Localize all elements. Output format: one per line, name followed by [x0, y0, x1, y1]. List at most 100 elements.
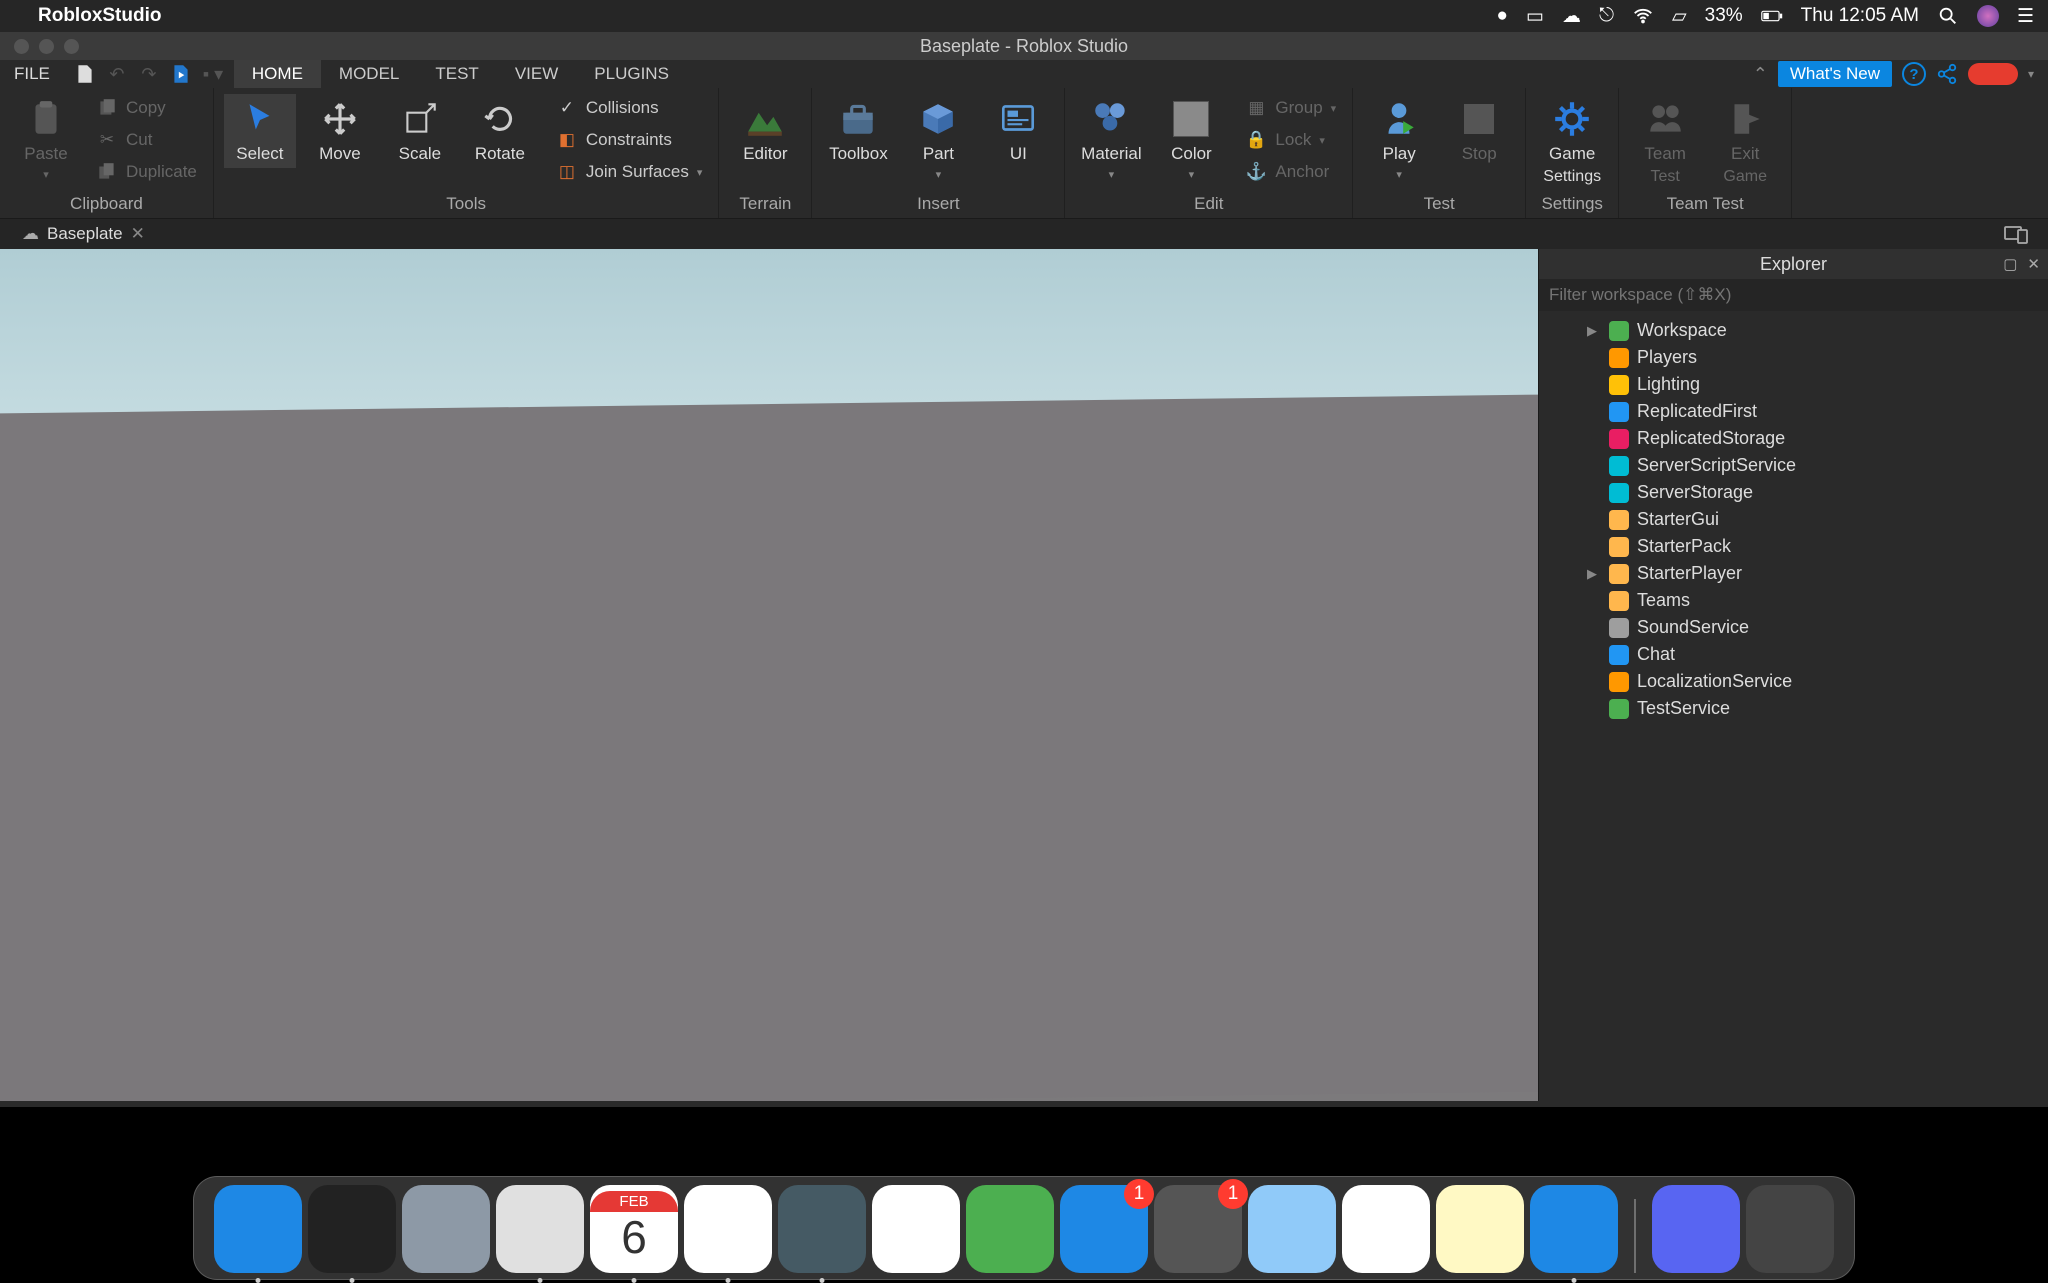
play-qat-icon[interactable]	[170, 63, 192, 85]
dock-siri[interactable]	[308, 1185, 396, 1273]
airplay-icon[interactable]: ▱	[1672, 5, 1687, 28]
dock-settings[interactable]: 1	[1154, 1185, 1242, 1273]
group-label-settings: Settings	[1536, 190, 1608, 214]
undock-panel-icon[interactable]: ▢	[2003, 255, 2017, 273]
explorer-item-label: Players	[1637, 347, 1697, 368]
collapse-ribbon-icon[interactable]: ⌃	[1753, 64, 1768, 85]
folder-icon	[1609, 537, 1629, 557]
color-button[interactable]: Color ▾	[1155, 94, 1227, 185]
file-menu[interactable]: FILE	[0, 60, 64, 88]
explorer-item-teams[interactable]: Teams	[1539, 587, 2048, 614]
explorer-item-lighting[interactable]: Lighting	[1539, 371, 2048, 398]
undo-icon[interactable]: ↶	[106, 63, 128, 85]
cloud-icon[interactable]: ☁	[1562, 5, 1581, 28]
spotlight-icon[interactable]	[1937, 5, 1959, 27]
display-icon[interactable]: ▭	[1526, 5, 1544, 28]
expand-arrow-icon[interactable]: ▶	[1587, 323, 1601, 339]
copy-button[interactable]: Copy	[90, 94, 203, 122]
running-indicator-icon	[726, 1278, 731, 1283]
explorer-item-soundservice[interactable]: SoundService	[1539, 614, 2048, 641]
expand-arrow-icon[interactable]: ▶	[1587, 566, 1601, 582]
toolbox-button[interactable]: Toolbox	[822, 94, 894, 168]
explorer-item-chat[interactable]: Chat	[1539, 641, 2048, 668]
toggle-device-icon[interactable]	[2004, 224, 2028, 244]
dock-facetime[interactable]	[966, 1185, 1054, 1273]
user-icon[interactable]	[1977, 5, 1999, 27]
explorer-item-serverstorage[interactable]: ServerStorage	[1539, 479, 2048, 506]
duplicate-button[interactable]: Duplicate	[90, 158, 203, 186]
group-button[interactable]: ▦Group ▾	[1239, 94, 1342, 122]
rotate-tool-button[interactable]: Rotate	[464, 94, 536, 168]
new-file-icon[interactable]	[74, 63, 96, 85]
explorer-item-starterpack[interactable]: StarterPack	[1539, 533, 2048, 560]
ribbon-tab-view[interactable]: VIEW	[497, 60, 576, 88]
ui-button[interactable]: UI	[982, 94, 1054, 168]
traffic-lights[interactable]	[0, 39, 79, 54]
ribbon-tab-model[interactable]: MODEL	[321, 60, 417, 88]
dock-calendar[interactable]: FEB6	[590, 1185, 678, 1273]
ribbon-group-clipboard: Paste ▾ Copy ✂Cut Duplicate Clipboard	[0, 88, 214, 218]
play-button[interactable]: Play ▾	[1363, 94, 1435, 185]
dock-discord[interactable]	[1652, 1185, 1740, 1273]
help-icon[interactable]: ?	[1902, 62, 1926, 86]
wifi-icon[interactable]	[1632, 5, 1654, 27]
redo-icon[interactable]: ↷	[138, 63, 160, 85]
cut-button[interactable]: ✂Cut	[90, 126, 203, 154]
dock-chrome[interactable]	[684, 1185, 772, 1273]
dock-appstore[interactable]: 1	[1060, 1185, 1148, 1273]
scale-tool-button[interactable]: Scale	[384, 94, 456, 168]
constraints-toggle[interactable]: ◧Constraints	[550, 126, 709, 154]
ribbon-tab-plugins[interactable]: PLUGINS	[576, 60, 687, 88]
explorer-item-replicatedstorage[interactable]: ReplicatedStorage	[1539, 425, 2048, 452]
status-dot-icon: ●	[1497, 5, 1508, 27]
explorer-item-serverscriptservice[interactable]: ServerScriptService	[1539, 452, 2048, 479]
dock-safari[interactable]	[496, 1185, 584, 1273]
whats-new-button[interactable]: What's New	[1778, 61, 1892, 87]
dock-trash[interactable]	[1746, 1185, 1834, 1273]
dock-photos[interactable]	[872, 1185, 960, 1273]
terrain-editor-button[interactable]: Editor	[729, 94, 801, 168]
lock-button[interactable]: 🔒Lock ▾	[1239, 126, 1342, 154]
bluetooth-icon[interactable]: ⎋	[1599, 5, 1614, 27]
share-icon[interactable]	[1936, 63, 1958, 85]
explorer-item-startergui[interactable]: StarterGui	[1539, 506, 2048, 533]
explorer-filter-input[interactable]	[1549, 283, 2038, 307]
explorer-item-replicatedfirst[interactable]: ReplicatedFirst	[1539, 398, 2048, 425]
menu-extras-icon[interactable]: ☰	[2017, 5, 2034, 28]
dock-finder[interactable]	[214, 1185, 302, 1273]
explorer-item-workspace[interactable]: ▶Workspace	[1539, 317, 2048, 344]
close-tab-icon[interactable]: ✕	[131, 224, 145, 244]
material-button[interactable]: Material ▾	[1075, 94, 1147, 185]
account-indicator[interactable]	[1968, 63, 2018, 85]
paste-button[interactable]: Paste ▾	[10, 94, 82, 185]
account-dropdown-icon[interactable]: ▾	[2028, 67, 2034, 81]
dock-notes[interactable]	[1436, 1185, 1524, 1273]
app-menu[interactable]: RobloxStudio	[38, 5, 161, 27]
select-tool-button[interactable]: Select	[224, 94, 296, 168]
dock-quicktime[interactable]	[778, 1185, 866, 1273]
collisions-toggle[interactable]: ✓Collisions	[550, 94, 709, 122]
dock-preview[interactable]	[1248, 1185, 1336, 1273]
battery-icon[interactable]	[1761, 5, 1783, 27]
explorer-item-players[interactable]: Players	[1539, 344, 2048, 371]
dock-robloxstudio[interactable]	[1530, 1185, 1618, 1273]
close-panel-icon[interactable]: ✕	[2027, 255, 2040, 273]
anchor-button[interactable]: ⚓Anchor	[1239, 158, 1342, 186]
dock-music[interactable]	[1342, 1185, 1430, 1273]
game-settings-button[interactable]: Game Settings	[1536, 94, 1608, 190]
explorer-item-starterplayer[interactable]: ▶StarterPlayer	[1539, 560, 2048, 587]
explorer-item-testservice[interactable]: TestService	[1539, 695, 2048, 722]
join-surfaces-dropdown[interactable]: ◫Join Surfaces ▾	[550, 158, 709, 186]
move-tool-button[interactable]: Move	[304, 94, 376, 168]
stop-qat-icon[interactable]: ▪ ▾	[202, 63, 224, 85]
explorer-item-localizationservice[interactable]: LocalizationService	[1539, 668, 2048, 695]
dock-launchpad[interactable]	[402, 1185, 490, 1273]
part-button[interactable]: Part ▾	[902, 94, 974, 185]
clock[interactable]: Thu 12:05 AM	[1801, 5, 1919, 27]
ribbon-tab-test[interactable]: TEST	[417, 60, 496, 88]
cloud-icon: ☁	[22, 224, 39, 244]
explorer-tree[interactable]: ▶Workspace Players LightingReplicatedFirst…	[1539, 311, 2048, 728]
document-tab-baseplate[interactable]: ☁ Baseplate ✕	[10, 224, 157, 244]
ribbon-tab-home[interactable]: HOME	[234, 60, 321, 88]
viewport-3d[interactable]	[0, 249, 1538, 1101]
